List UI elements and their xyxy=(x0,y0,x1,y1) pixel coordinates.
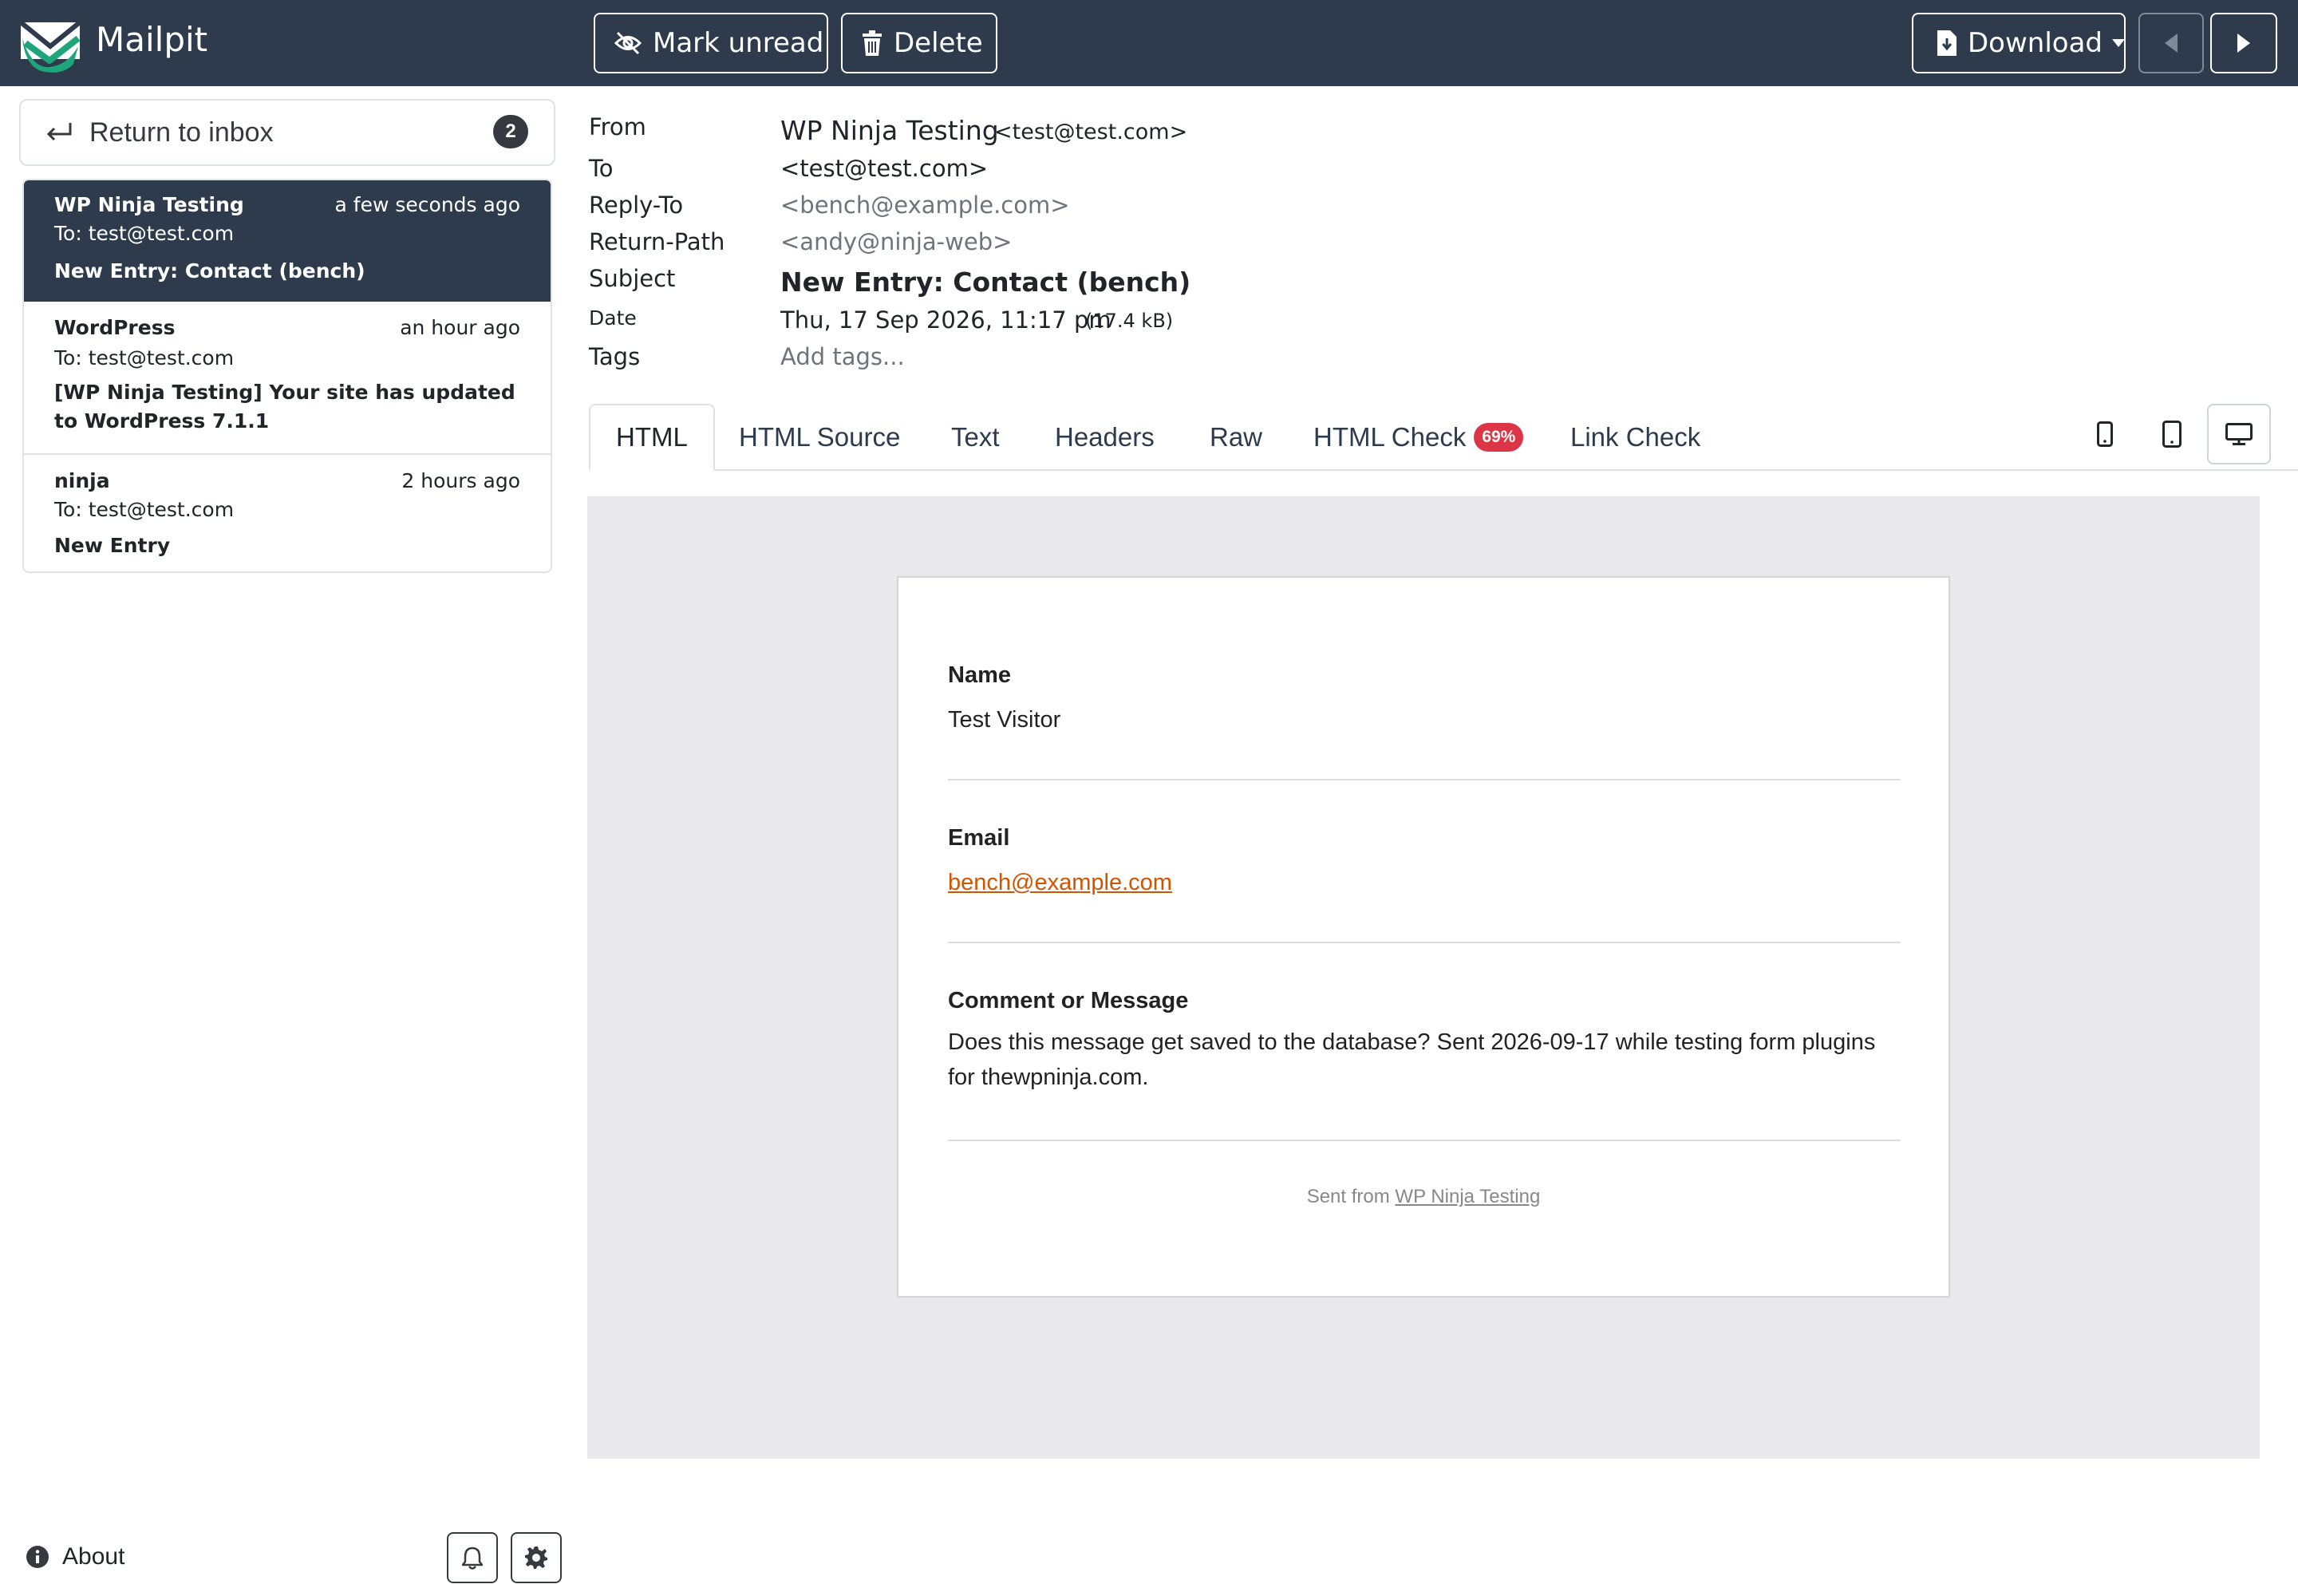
sent-from-link[interactable]: WP Ninja Testing xyxy=(1395,1186,1540,1207)
email-content-card: Name Test Visitor Email bench@example.co… xyxy=(897,576,1950,1298)
mailpit-logo-icon[interactable] xyxy=(18,11,83,73)
tags-input[interactable]: Add tags... xyxy=(780,343,905,370)
message-from: WP Ninja Testing xyxy=(54,193,244,216)
tablet-view-button[interactable] xyxy=(2140,404,2204,464)
return-to-inbox-button[interactable]: Return to inbox 2 xyxy=(19,99,555,166)
message-list-item[interactable]: ninja 2 hours ago To: test@test.com New … xyxy=(24,455,551,571)
eye-slash-icon xyxy=(614,31,642,55)
date-label: Date xyxy=(589,306,637,330)
download-dropdown-button[interactable]: Download xyxy=(1912,13,2126,73)
tab-headers[interactable]: Headers xyxy=(1055,404,1155,471)
message-to: To: test@test.com xyxy=(54,222,235,245)
html-check-score-badge: 69% xyxy=(1474,423,1524,452)
tab-html-check-label: HTML Check xyxy=(1313,422,1467,452)
reply-to-value: <bench@example.com> xyxy=(780,192,1070,219)
tab-html-source[interactable]: HTML Source xyxy=(739,404,900,471)
message-list-item[interactable]: WP Ninja Testing a few seconds ago To: t… xyxy=(24,180,551,302)
desktop-icon xyxy=(2225,423,2253,445)
mark-unread-button[interactable]: Mark unread xyxy=(594,13,828,73)
info-circle-icon xyxy=(26,1545,49,1569)
file-download-icon xyxy=(1937,30,1956,56)
from-email: <test@test.com> xyxy=(994,120,1188,144)
delete-button[interactable]: Delete xyxy=(841,13,997,73)
from-name: WP Ninja Testing xyxy=(780,115,999,146)
tab-link-check[interactable]: Link Check xyxy=(1570,404,1700,471)
download-label: Download xyxy=(1968,27,2103,59)
field-divider xyxy=(948,1140,1901,1141)
tab-text[interactable]: Text xyxy=(951,404,1000,471)
field-divider xyxy=(948,779,1901,780)
from-label: From xyxy=(589,113,646,140)
caret-left-icon xyxy=(2165,34,2178,53)
sent-from-footer: Sent from WP Ninja Testing xyxy=(898,1186,1949,1208)
message-time: 2 hours ago xyxy=(401,469,520,492)
notifications-button[interactable] xyxy=(447,1532,498,1583)
trash-icon xyxy=(862,30,882,56)
message-subject: New Entry: Contact (bench) xyxy=(54,259,365,282)
unread-count-badge: 2 xyxy=(493,115,528,148)
caret-right-icon xyxy=(2237,34,2250,53)
caret-down-icon xyxy=(2112,39,2126,47)
message-time: a few seconds ago xyxy=(334,193,520,216)
previous-message-button[interactable] xyxy=(2138,13,2204,73)
message-subject: New Entry xyxy=(54,534,171,557)
tab-html-check[interactable]: HTML Check 69% xyxy=(1313,404,1524,471)
message-list-item[interactable]: WordPress an hour ago To: test@test.com … xyxy=(24,302,551,455)
name-field-value: Test Visitor xyxy=(948,707,1061,733)
subject-label: Subject xyxy=(589,265,676,292)
field-divider xyxy=(948,942,1901,943)
message-subject: [WP Ninja Testing] Your site has updated… xyxy=(54,381,515,433)
mark-unread-label: Mark unread xyxy=(653,27,824,59)
message-from: ninja xyxy=(54,469,110,492)
mobile-view-button[interactable] xyxy=(2073,404,2137,464)
return-path-value: <andy@ninja-web> xyxy=(780,228,1013,255)
subject-value: New Entry: Contact (bench) xyxy=(780,267,1191,298)
return-path-label: Return-Path xyxy=(589,228,725,255)
message-list: WP Ninja Testing a few seconds ago To: t… xyxy=(22,179,552,573)
message-time: an hour ago xyxy=(400,316,520,339)
name-field-label: Name xyxy=(948,662,1011,688)
mobile-icon xyxy=(2097,421,2113,447)
message-field-label: Comment or Message xyxy=(948,988,1189,1013)
message-field-value: Does this message get saved to the datab… xyxy=(948,1029,1876,1090)
bell-icon xyxy=(462,1546,483,1570)
app-title[interactable]: Mailpit xyxy=(96,19,207,61)
delete-label: Delete xyxy=(894,27,983,59)
about-link[interactable]: About xyxy=(26,1543,124,1570)
reply-to-label: Reply-To xyxy=(589,192,684,219)
date-value: Thu, 17 Sep 2026, 11:17 pm xyxy=(780,306,1111,334)
gear-icon xyxy=(524,1546,548,1570)
about-label: About xyxy=(62,1543,125,1570)
settings-button[interactable] xyxy=(511,1532,562,1583)
message-from: WordPress xyxy=(54,316,176,339)
to-value: <test@test.com> xyxy=(780,155,989,182)
email-field-link[interactable]: bench@example.com xyxy=(948,870,1172,895)
return-to-inbox-label: Return to inbox xyxy=(89,117,274,148)
tags-label: Tags xyxy=(589,343,641,370)
tab-html[interactable]: HTML xyxy=(589,404,715,471)
message-size: (17.4 kB) xyxy=(1085,310,1174,332)
message-to: To: test@test.com xyxy=(54,498,235,521)
tab-raw[interactable]: Raw xyxy=(1210,404,1262,471)
next-message-button[interactable] xyxy=(2210,13,2277,73)
return-arrow-icon xyxy=(46,121,72,144)
sent-from-prefix: Sent from xyxy=(1306,1186,1390,1207)
message-to: To: test@test.com xyxy=(54,346,235,369)
to-label: To xyxy=(589,155,614,182)
email-field-label: Email xyxy=(948,825,1010,851)
desktop-view-button[interactable] xyxy=(2207,404,2271,464)
tablet-icon xyxy=(2162,421,2182,448)
